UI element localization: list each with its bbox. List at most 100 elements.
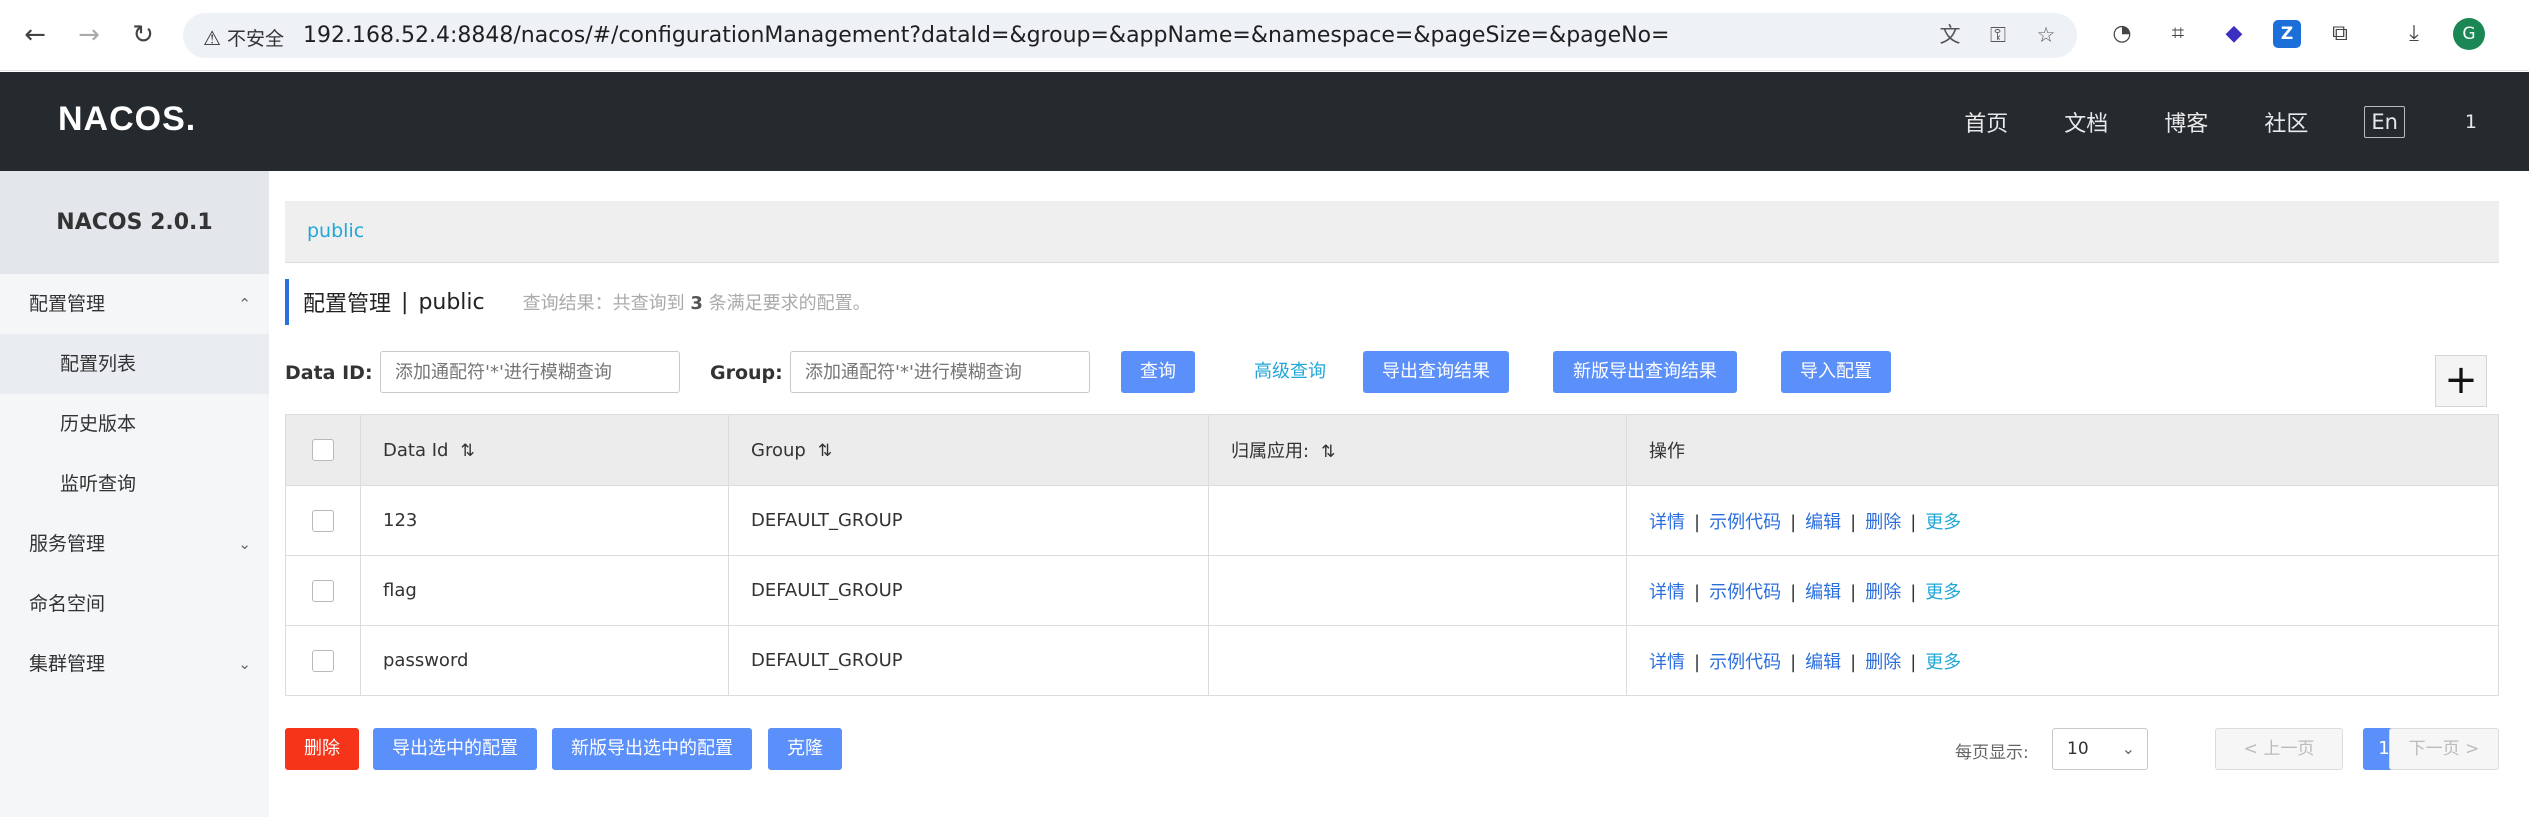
sidebar-item-config-management[interactable]: 配置管理 ⌃ bbox=[0, 274, 269, 334]
cell-app bbox=[1208, 485, 1627, 556]
dataid-label: Data ID: bbox=[285, 362, 373, 384]
op-separator: | bbox=[1694, 651, 1701, 673]
sidebar-item-label: 配置管理 bbox=[29, 293, 106, 315]
nav-community[interactable]: 社区 bbox=[2264, 106, 2308, 138]
url-text[interactable]: 192.168.52.4:8848/nacos/#/configurationM… bbox=[303, 23, 1670, 48]
nav-blog[interactable]: 博客 bbox=[2164, 106, 2208, 138]
import-config-button[interactable]: 导入配置 bbox=[1781, 351, 1891, 393]
sidebar-item-cluster-management[interactable]: 集群管理 ⌄ bbox=[0, 634, 269, 694]
cell-data-id: password bbox=[360, 625, 729, 696]
export-query-results-button[interactable]: 导出查询结果 bbox=[1363, 351, 1509, 393]
delete-selected-button[interactable]: 删除 bbox=[285, 728, 359, 770]
delete-link[interactable]: 删除 bbox=[1865, 512, 1901, 533]
star-icon[interactable]: ☆ bbox=[2033, 22, 2059, 48]
col-group-label: Group bbox=[751, 439, 806, 461]
next-page-button[interactable]: 下一页 > bbox=[2389, 728, 2499, 770]
col-group[interactable]: Group ⇅ bbox=[728, 414, 1209, 486]
sidebar-item-label: 命名空间 bbox=[29, 593, 106, 615]
page-title: 配置管理 | public 查询结果：共查询到 3 条满足要求的配置。 bbox=[285, 279, 871, 325]
more-link[interactable]: 更多 bbox=[1925, 582, 1961, 603]
page-size-label: 每页显示: bbox=[1955, 743, 2029, 763]
more-link[interactable]: 更多 bbox=[1925, 652, 1961, 673]
prev-page-button[interactable]: < 上一页 bbox=[2215, 728, 2343, 770]
delete-link[interactable]: 删除 bbox=[1865, 582, 1901, 603]
chevron-down-icon: ⌄ bbox=[238, 655, 251, 673]
advanced-query-button[interactable]: 高级查询 bbox=[1236, 351, 1344, 393]
translate-icon[interactable]: 文 bbox=[1937, 22, 1963, 48]
query-button[interactable]: 查询 bbox=[1121, 351, 1195, 393]
op-separator: | bbox=[1850, 581, 1857, 603]
more-link[interactable]: 更多 bbox=[1925, 512, 1961, 533]
row-select-cell bbox=[285, 485, 361, 556]
sort-icon[interactable]: ⇅ bbox=[1321, 442, 1335, 462]
sidebar-item-namespace[interactable]: 命名空间 bbox=[0, 574, 269, 634]
cell-data-id: 123 bbox=[360, 485, 729, 556]
security-indicator[interactable]: ⚠ 不安全 bbox=[203, 24, 284, 51]
group-input[interactable] bbox=[790, 351, 1090, 393]
page-size-select[interactable]: 10 ⌄ bbox=[2052, 728, 2148, 770]
browser-toolbar: ← → ↻ ⚠ 不安全 192.168.52.4:8848/nacos/#/co… bbox=[0, 0, 2529, 71]
namespace-tab-public[interactable]: public bbox=[307, 220, 364, 242]
new-export-query-results-button[interactable]: 新版导出查询结果 bbox=[1553, 351, 1737, 393]
table-row: 123 DEFAULT_GROUP 详情 | 示例代码 | 编辑 | 删除 | 更多 bbox=[285, 485, 2499, 556]
forward-icon[interactable]: → bbox=[72, 18, 106, 52]
detail-link[interactable]: 详情 bbox=[1649, 582, 1685, 603]
add-config-button[interactable]: + bbox=[2435, 355, 2487, 407]
op-separator: | bbox=[1694, 511, 1701, 533]
row-checkbox[interactable] bbox=[312, 649, 334, 672]
edit-link[interactable]: 编辑 bbox=[1805, 512, 1841, 533]
key-icon[interactable]: ⚿ bbox=[1985, 22, 2011, 48]
new-export-selected-button[interactable]: 新版导出选中的配置 bbox=[552, 728, 752, 770]
language-toggle[interactable]: En bbox=[2364, 105, 2405, 138]
col-actions: 操作 bbox=[1626, 414, 2499, 486]
sort-icon[interactable]: ⇅ bbox=[460, 441, 474, 461]
history-ext-icon[interactable]: ◔ bbox=[2105, 17, 2139, 51]
cell-group: DEFAULT_GROUP bbox=[728, 555, 1209, 626]
clone-button[interactable]: 克隆 bbox=[768, 728, 842, 770]
delete-link[interactable]: 删除 bbox=[1865, 652, 1901, 673]
row-checkbox[interactable] bbox=[312, 579, 334, 602]
select-all-checkbox[interactable] bbox=[312, 439, 334, 461]
sample-code-link[interactable]: 示例代码 bbox=[1709, 512, 1781, 533]
edit-link[interactable]: 编辑 bbox=[1805, 582, 1841, 603]
export-selected-button[interactable]: 导出选中的配置 bbox=[373, 728, 537, 770]
detail-link[interactable]: 详情 bbox=[1649, 512, 1685, 533]
bottom-toolbar: 删除 导出选中的配置 新版导出选中的配置 克隆 每页显示: 10 ⌄ < 上一页… bbox=[285, 728, 2499, 770]
sidebar-item-listener-query[interactable]: 监听查询 bbox=[0, 454, 269, 514]
nav-docs[interactable]: 文档 bbox=[2064, 106, 2108, 138]
address-bar[interactable]: ⚠ 不安全 192.168.52.4:8848/nacos/#/configur… bbox=[183, 13, 2077, 58]
qr-ext-icon[interactable]: ⌗ bbox=[2161, 17, 2195, 51]
col-data-id[interactable]: Data Id ⇅ bbox=[360, 414, 729, 486]
dataid-input[interactable] bbox=[380, 351, 680, 393]
sample-code-link[interactable]: 示例代码 bbox=[1709, 582, 1781, 603]
version-label: NACOS 2.0.1 bbox=[0, 171, 269, 274]
cell-group: DEFAULT_GROUP bbox=[728, 485, 1209, 556]
sidebar-item-history[interactable]: 历史版本 bbox=[0, 394, 269, 454]
nacos-logo[interactable]: NACOS. bbox=[58, 100, 196, 139]
query-result-summary: 查询结果：共查询到 3 条满足要求的配置。 bbox=[523, 289, 871, 315]
puzzle-ext-icon[interactable]: ⧉ bbox=[2323, 17, 2357, 51]
detail-link[interactable]: 详情 bbox=[1649, 652, 1685, 673]
reload-icon[interactable]: ↻ bbox=[126, 18, 160, 52]
avatar[interactable]: G bbox=[2453, 18, 2485, 50]
sample-code-link[interactable]: 示例代码 bbox=[1709, 652, 1781, 673]
search-form: Data ID: Group: 查询 高级查询 导出查询结果 新版导出查询结果 … bbox=[285, 351, 2499, 395]
download-icon[interactable]: ⤓ bbox=[2397, 17, 2431, 51]
sidebar-item-config-list[interactable]: 配置列表 bbox=[0, 334, 269, 394]
user-menu[interactable]: 1 bbox=[2465, 111, 2477, 133]
edit-link[interactable]: 编辑 bbox=[1805, 652, 1841, 673]
nav-home[interactable]: 首页 bbox=[1964, 106, 2008, 138]
col-app[interactable]: 归属应用: ⇅ bbox=[1208, 414, 1627, 486]
row-checkbox[interactable] bbox=[312, 509, 334, 532]
main-content: public 配置管理 | public 查询结果：共查询到 3 条满足要求的配… bbox=[285, 171, 2499, 817]
cell-app bbox=[1208, 625, 1627, 696]
back-icon[interactable]: ← bbox=[18, 18, 52, 52]
sidebar-item-service-management[interactable]: 服务管理 ⌄ bbox=[0, 514, 269, 574]
result-suffix: 条满足要求的配置。 bbox=[708, 293, 871, 314]
table-row: password DEFAULT_GROUP 详情 | 示例代码 | 编辑 | 删除 | 更多 bbox=[285, 625, 2499, 696]
z-ext-icon[interactable]: Z bbox=[2273, 20, 2301, 48]
cell-actions: 详情 | 示例代码 | 编辑 | 删除 | 更多 bbox=[1626, 555, 2499, 626]
diamond-ext-icon[interactable]: ◆ bbox=[2217, 17, 2251, 51]
sort-icon[interactable]: ⇅ bbox=[818, 441, 832, 461]
table-row: flag DEFAULT_GROUP 详情 | 示例代码 | 编辑 | 删除 | 更多 bbox=[285, 555, 2499, 626]
